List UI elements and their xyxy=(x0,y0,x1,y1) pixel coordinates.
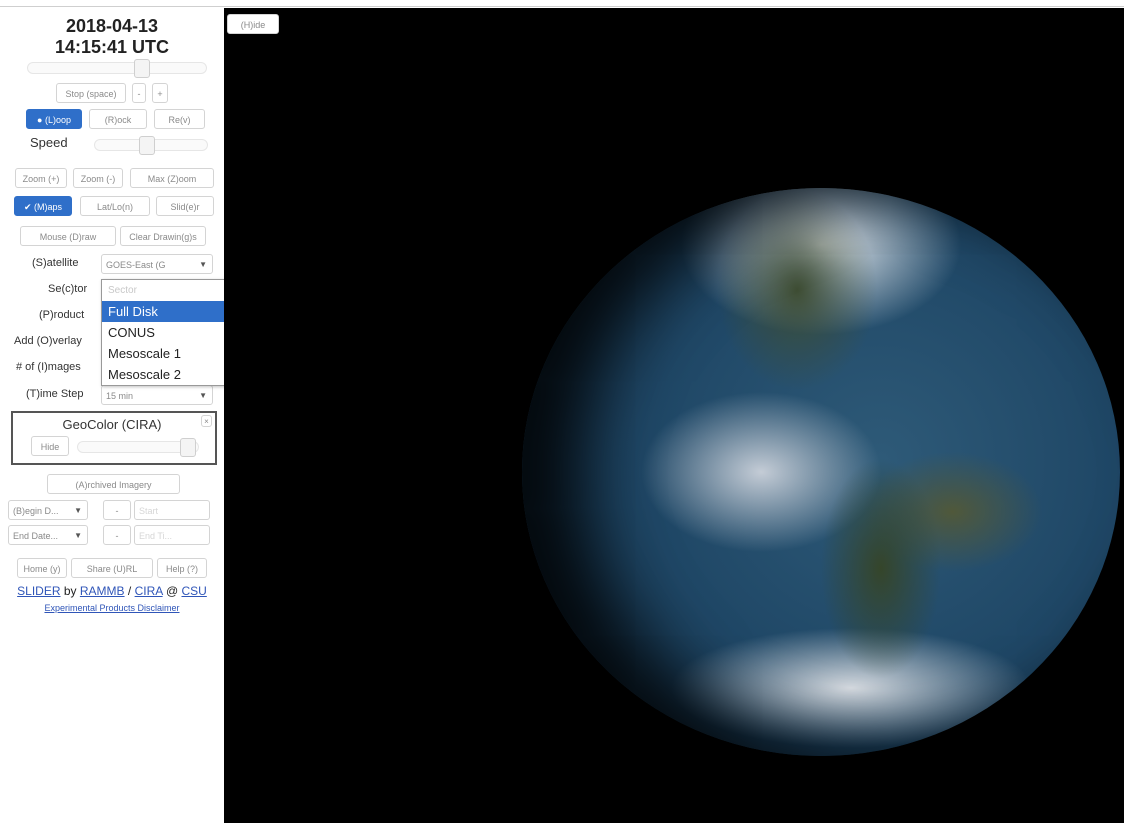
latlon-toggle[interactable]: Lat/Lo(n) xyxy=(80,196,150,216)
end-date-value: End Date... xyxy=(13,531,59,541)
credits-slash: / xyxy=(127,584,132,598)
earth-full-disk-image[interactable] xyxy=(522,188,1120,756)
radio-dot-icon: ● xyxy=(37,115,45,125)
begin-separator: - xyxy=(103,500,131,520)
rammb-link[interactable]: RAMMB xyxy=(80,584,125,598)
layer-opacity-thumb[interactable] xyxy=(180,438,196,457)
begin-date-select[interactable]: (B)egin D... ▼ xyxy=(8,500,88,520)
end-separator: - xyxy=(103,525,131,545)
disclaimer-link[interactable]: Experimental Products Disclaimer xyxy=(44,603,179,613)
credits-line: SLIDER by RAMMB / CIRA @ CSU xyxy=(0,584,224,598)
map-toggle[interactable]: ✔ (M)aps xyxy=(14,196,72,216)
zoom-in-button[interactable]: Zoom (+) xyxy=(15,168,67,188)
slider-toggle[interactable]: Slid(e)r xyxy=(156,196,214,216)
home-button[interactable]: Home (y) xyxy=(17,558,67,578)
satellite-select[interactable]: GOES-East (G ▼ xyxy=(101,254,213,274)
product-label: (P)roduct xyxy=(39,309,85,321)
top-divider xyxy=(0,6,1124,7)
chevron-down-icon: ▼ xyxy=(199,260,207,269)
layer-hide-button[interactable]: Hide xyxy=(31,436,69,456)
hide-panel-button[interactable]: (H)ide xyxy=(227,14,279,34)
loop-label: (L)oop xyxy=(44,115,71,125)
chevron-down-icon: ▼ xyxy=(74,531,82,540)
timestep-select[interactable]: 15 min ▼ xyxy=(101,385,213,405)
chevron-down-icon: ▼ xyxy=(199,391,207,400)
disclaimer-line: Experimental Products Disclaimer xyxy=(0,603,224,613)
mouse-draw-button[interactable]: Mouse (D)raw xyxy=(20,226,116,246)
loop-button[interactable]: ● (L)oop xyxy=(26,109,82,129)
stop-button[interactable]: Stop (space) xyxy=(56,83,126,103)
speed-slider-thumb[interactable] xyxy=(139,136,155,155)
timestep-label: (T)ime Step xyxy=(26,388,84,400)
help-button[interactable]: Help (?) xyxy=(157,558,207,578)
layer-opacity-slider[interactable] xyxy=(77,438,199,457)
csu-link[interactable]: CSU xyxy=(181,584,206,598)
begin-time-input[interactable]: Start xyxy=(134,500,210,520)
clear-drawings-button[interactable]: Clear Drawin(g)s xyxy=(120,226,206,246)
credits-by: by xyxy=(63,584,77,598)
speed-label: Speed xyxy=(30,135,68,150)
date-display: 2018-04-13 xyxy=(65,16,159,36)
step-forward-button[interactable]: + xyxy=(152,83,168,103)
images-label: # of (I)mages xyxy=(16,361,81,373)
archived-imagery-button[interactable]: (A)rchived Imagery xyxy=(47,474,180,494)
zoom-out-button[interactable]: Zoom (-) xyxy=(73,168,123,188)
begin-date-value: (B)egin D... xyxy=(13,506,59,516)
max-zoom-button[interactable]: Max (Z)oom xyxy=(130,168,214,188)
step-back-button[interactable]: - xyxy=(132,83,146,103)
checkbox-checked-icon: ✔ xyxy=(23,202,35,212)
time-display: 14:15:41 UTC xyxy=(54,37,170,57)
share-url-button[interactable]: Share (U)RL xyxy=(71,558,153,578)
cira-link[interactable]: CIRA xyxy=(135,584,163,598)
slider-link[interactable]: SLIDER xyxy=(17,584,60,598)
rock-button[interactable]: (R)ock xyxy=(89,109,147,129)
chevron-down-icon: ▼ xyxy=(74,506,82,515)
satellite-value: GOES-East (G xyxy=(106,260,166,270)
satellite-label: (S)atellite xyxy=(32,257,79,269)
sector-label: Se(c)tor xyxy=(48,283,88,295)
credits-at: @ xyxy=(165,584,179,598)
end-date-select[interactable]: End Date... ▼ xyxy=(8,525,88,545)
end-time-input[interactable]: End Ti... xyxy=(134,525,210,545)
layer-close-icon[interactable]: × xyxy=(201,415,212,427)
map-toggle-label: (M)aps xyxy=(34,202,63,212)
timestep-value: 15 min xyxy=(106,391,134,401)
overlay-label: Add (O)verlay xyxy=(14,335,82,347)
reverse-button[interactable]: Re(v) xyxy=(154,109,205,129)
time-slider-thumb[interactable] xyxy=(134,59,150,78)
layer-name: GeoColor (CIRA) xyxy=(62,417,162,432)
speed-slider[interactable] xyxy=(94,136,208,155)
time-slider[interactable] xyxy=(27,59,207,78)
